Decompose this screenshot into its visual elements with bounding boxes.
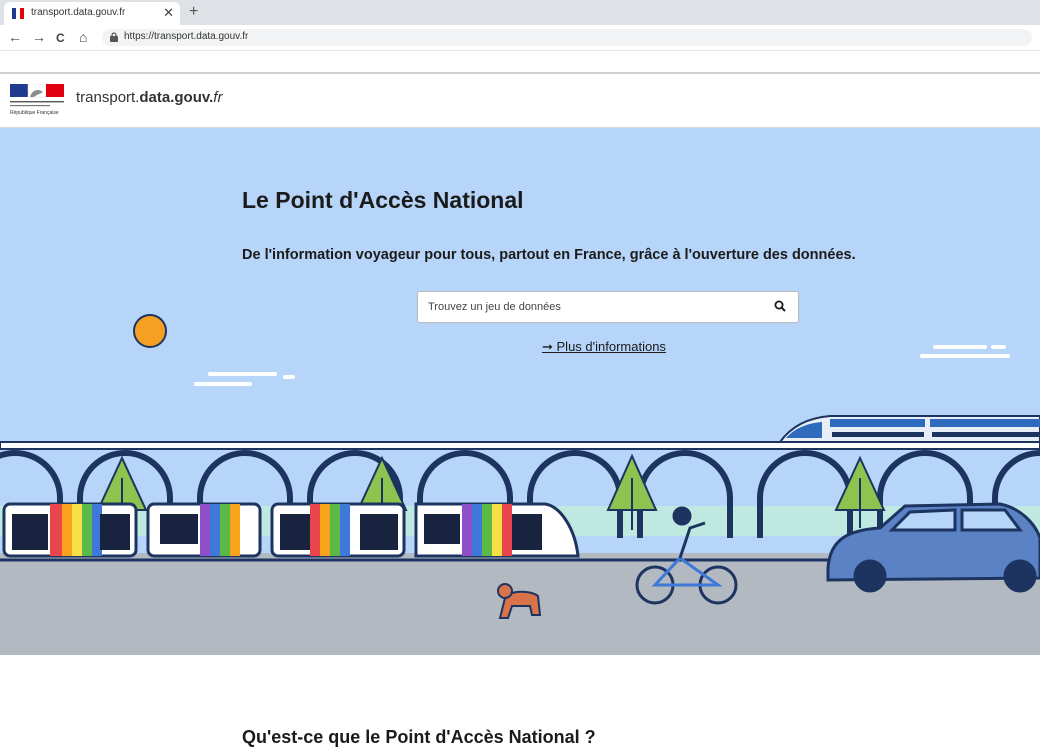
favicon-icon xyxy=(12,8,24,19)
marianne-logo[interactable]: République Française xyxy=(10,84,66,116)
dataset-search-box[interactable] xyxy=(417,291,799,323)
address-bar[interactable]: https://transport.data.gouv.fr xyxy=(102,29,1032,46)
hero-section: Le Point d'Accès National De l'informati… xyxy=(0,128,1040,655)
dataset-search-input[interactable] xyxy=(426,298,760,316)
new-tab-button[interactable]: + xyxy=(189,3,198,21)
home-icon[interactable]: ⌂ xyxy=(79,29,87,45)
close-tab-icon[interactable]: ✕ xyxy=(163,5,174,21)
site-name-bold: data.gouv. xyxy=(139,89,214,106)
browser-tab-bar: transport.data.gouv.fr ✕ + xyxy=(0,0,1040,25)
site-name-suffix: fr xyxy=(213,89,223,106)
browser-toolbar: ← → C ⌂ https://transport.data.gouv.fr xyxy=(0,25,1040,51)
forward-icon[interactable]: → xyxy=(32,29,46,45)
more-info-link[interactable]: ➞ Plus d'informations xyxy=(542,339,666,355)
url-text: https://transport.data.gouv.fr xyxy=(124,31,249,42)
tab-title: transport.data.gouv.fr xyxy=(31,7,126,18)
search-icon[interactable] xyxy=(774,300,786,312)
cloud-left-illustration xyxy=(194,372,295,386)
sun-illustration xyxy=(133,314,167,348)
browser-tab[interactable]: transport.data.gouv.fr ✕ xyxy=(4,2,180,25)
section-title: Qu'est-ce que le Point d'Accès National … xyxy=(242,727,596,747)
site-header: République Française transport.data.gouv… xyxy=(0,74,1040,128)
logo-caption: République Française xyxy=(10,110,59,116)
cloud-right-illustration xyxy=(920,345,1010,358)
site-name[interactable]: transport.data.gouv.fr xyxy=(76,89,222,106)
back-icon[interactable]: ← xyxy=(8,29,22,45)
reload-icon[interactable]: C xyxy=(56,30,65,46)
tgv-train-illustration xyxy=(778,415,1040,443)
site-name-prefix: transport. xyxy=(76,89,140,106)
hero-subtitle: De l'information voyageur pour tous, par… xyxy=(242,247,856,263)
tram-illustration xyxy=(2,502,580,558)
lock-icon xyxy=(110,32,118,42)
viaduct-deck-illustration xyxy=(0,441,1040,450)
hero-title: Le Point d'Accès National xyxy=(242,187,524,213)
